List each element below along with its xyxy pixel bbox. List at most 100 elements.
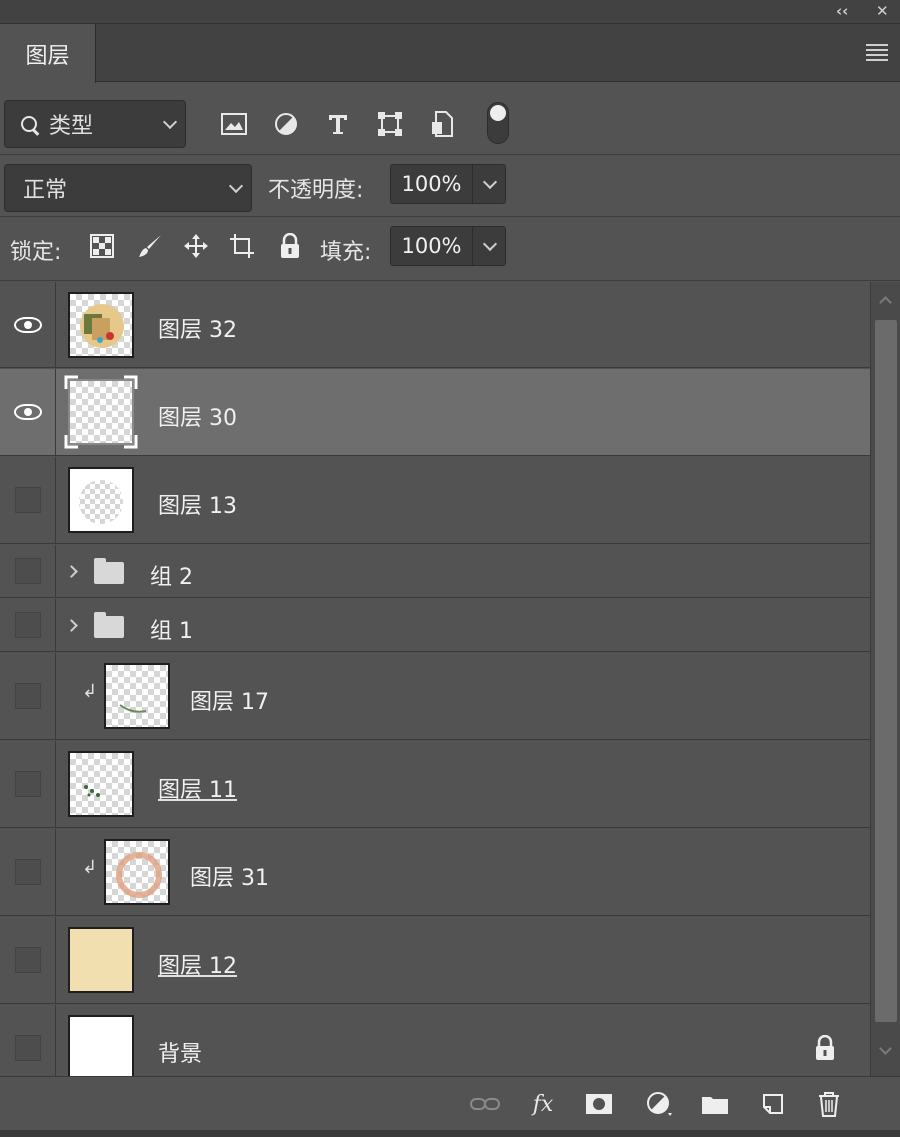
scroll-thumb[interactable] bbox=[875, 320, 897, 1022]
eye-icon[interactable] bbox=[13, 404, 42, 420]
layer-name[interactable]: 图层 11 bbox=[158, 772, 237, 804]
lock-label: 锁定: bbox=[10, 240, 62, 265]
chevron-right-icon[interactable] bbox=[65, 565, 78, 578]
new-layer-icon[interactable] bbox=[758, 1089, 788, 1119]
layer-thumbnail bbox=[68, 292, 134, 358]
visibility-toggle[interactable] bbox=[0, 1005, 56, 1076]
filter-toggle-switch[interactable] bbox=[487, 102, 509, 144]
layer-row-12[interactable]: 图层 12 bbox=[0, 917, 870, 1004]
clipping-mask-icon: ↲ bbox=[82, 681, 98, 702]
layer-name[interactable]: 图层 31 bbox=[190, 860, 269, 892]
close-panel-button[interactable]: ✕ bbox=[876, 2, 889, 20]
layers-list: 图层 32 图层 30 图层 13 组 2 组 1 ↲ 图层 17 图层 11 … bbox=[0, 282, 870, 1076]
visibility-toggle[interactable] bbox=[0, 653, 56, 739]
panel-bottom-edge bbox=[0, 1130, 900, 1137]
opacity-dropdown-icon[interactable] bbox=[482, 174, 498, 190]
shape-filter-icon[interactable] bbox=[376, 110, 404, 138]
group-name[interactable]: 组 1 bbox=[150, 613, 193, 645]
scroll-up-icon[interactable] bbox=[879, 296, 892, 309]
smart-object-filter-icon[interactable] bbox=[428, 110, 456, 138]
visibility-toggle[interactable] bbox=[0, 599, 56, 651]
new-group-icon[interactable] bbox=[700, 1089, 730, 1119]
lock-position-icon[interactable] bbox=[182, 232, 210, 260]
clipping-mask-icon: ↲ bbox=[82, 857, 98, 878]
layer-thumbnail bbox=[68, 1015, 134, 1076]
image-filter-icon[interactable] bbox=[220, 110, 248, 138]
eye-icon[interactable] bbox=[13, 316, 42, 333]
filter-kind-select[interactable]: 类型 bbox=[4, 100, 186, 148]
group-row-2[interactable]: 组 2 bbox=[0, 545, 870, 598]
layers-scrollbar[interactable] bbox=[870, 282, 900, 1076]
visibility-box[interactable] bbox=[14, 612, 41, 638]
opacity-value[interactable]: 100% bbox=[391, 165, 473, 203]
layer-row-background[interactable]: 背景 bbox=[0, 1005, 870, 1076]
layer-name[interactable]: 图层 17 bbox=[190, 684, 269, 716]
adjustment-layer-icon[interactable] bbox=[644, 1089, 674, 1119]
visibility-box[interactable] bbox=[14, 947, 41, 973]
layer-row-31[interactable]: ↲ 图层 31 bbox=[0, 829, 870, 916]
visibility-toggle[interactable] bbox=[0, 829, 56, 915]
layer-row-13[interactable]: 图层 13 bbox=[0, 457, 870, 544]
filter-kind-label: 类型 bbox=[49, 114, 94, 139]
visibility-box[interactable] bbox=[14, 771, 41, 797]
delete-layer-icon[interactable] bbox=[814, 1089, 844, 1119]
layer-thumbnail bbox=[68, 467, 134, 533]
link-layers-icon[interactable] bbox=[470, 1089, 500, 1119]
layer-row-17[interactable]: ↲ 图层 17 bbox=[0, 653, 870, 740]
layer-thumbnail bbox=[68, 751, 134, 817]
collapse-panel-button[interactable]: ‹‹ bbox=[836, 2, 848, 20]
layer-thumbnail bbox=[104, 839, 170, 905]
fill-field[interactable]: 100% bbox=[390, 226, 506, 266]
layer-name[interactable]: 图层 30 bbox=[158, 400, 237, 432]
opacity-label: 不透明度: bbox=[268, 178, 364, 203]
lock-image-pixels-icon[interactable] bbox=[136, 232, 164, 260]
layer-name[interactable]: 图层 13 bbox=[158, 488, 237, 520]
adjustment-filter-icon[interactable] bbox=[272, 110, 300, 138]
group-row-1[interactable]: 组 1 bbox=[0, 599, 870, 652]
visibility-toggle[interactable] bbox=[0, 282, 56, 367]
fill-label: 填充: bbox=[320, 240, 372, 265]
visibility-box[interactable] bbox=[14, 859, 41, 885]
tab-layers[interactable]: 图层 bbox=[0, 24, 96, 83]
blend-mode-select[interactable]: 正常 bbox=[4, 164, 252, 212]
visibility-box[interactable] bbox=[14, 683, 41, 709]
fill-value[interactable]: 100% bbox=[391, 227, 473, 265]
visibility-toggle[interactable] bbox=[0, 545, 56, 597]
layer-style-fx-icon[interactable]: fx bbox=[528, 1089, 558, 1119]
scroll-down-icon[interactable] bbox=[879, 1042, 892, 1055]
blend-mode-value: 正常 bbox=[23, 178, 68, 203]
lock-all-icon[interactable] bbox=[276, 232, 304, 260]
panel-menu-icon[interactable] bbox=[866, 44, 888, 61]
layer-thumbnail bbox=[104, 663, 170, 729]
layer-row-11[interactable]: 图层 11 bbox=[0, 741, 870, 828]
panel-top-strip: ‹‹ ✕ bbox=[0, 0, 900, 24]
opacity-field[interactable]: 100% bbox=[390, 164, 506, 204]
visibility-box[interactable] bbox=[14, 487, 41, 513]
chevron-down-icon bbox=[228, 178, 244, 194]
visibility-toggle[interactable] bbox=[0, 457, 56, 543]
layer-thumbnail bbox=[64, 375, 138, 449]
visibility-box[interactable] bbox=[14, 558, 41, 584]
search-icon bbox=[21, 116, 37, 132]
layer-name[interactable]: 图层 32 bbox=[158, 312, 237, 344]
chevron-right-icon[interactable] bbox=[65, 619, 78, 632]
layer-thumbnail bbox=[68, 927, 134, 993]
fill-dropdown-icon[interactable] bbox=[482, 236, 498, 252]
group-name[interactable]: 组 2 bbox=[150, 559, 193, 591]
layer-name[interactable]: 背景 bbox=[158, 1036, 202, 1068]
type-filter-icon[interactable] bbox=[324, 110, 352, 138]
layer-name[interactable]: 图层 12 bbox=[158, 948, 237, 980]
lock-transparent-pixels-icon[interactable] bbox=[88, 232, 116, 260]
chevron-down-icon bbox=[162, 114, 178, 130]
visibility-toggle[interactable] bbox=[0, 917, 56, 1003]
add-mask-icon[interactable] bbox=[584, 1089, 614, 1119]
layer-row-32[interactable]: 图层 32 bbox=[0, 282, 870, 368]
panel-tab-bar: 图层 bbox=[0, 24, 900, 83]
layers-bottom-toolbar: fx bbox=[0, 1076, 900, 1130]
lock-icon[interactable] bbox=[814, 1034, 836, 1061]
visibility-toggle[interactable] bbox=[0, 369, 56, 455]
lock-artboard-icon[interactable] bbox=[228, 232, 256, 260]
visibility-toggle[interactable] bbox=[0, 741, 56, 827]
visibility-box[interactable] bbox=[14, 1035, 41, 1061]
layer-row-30[interactable]: 图层 30 bbox=[0, 369, 870, 456]
